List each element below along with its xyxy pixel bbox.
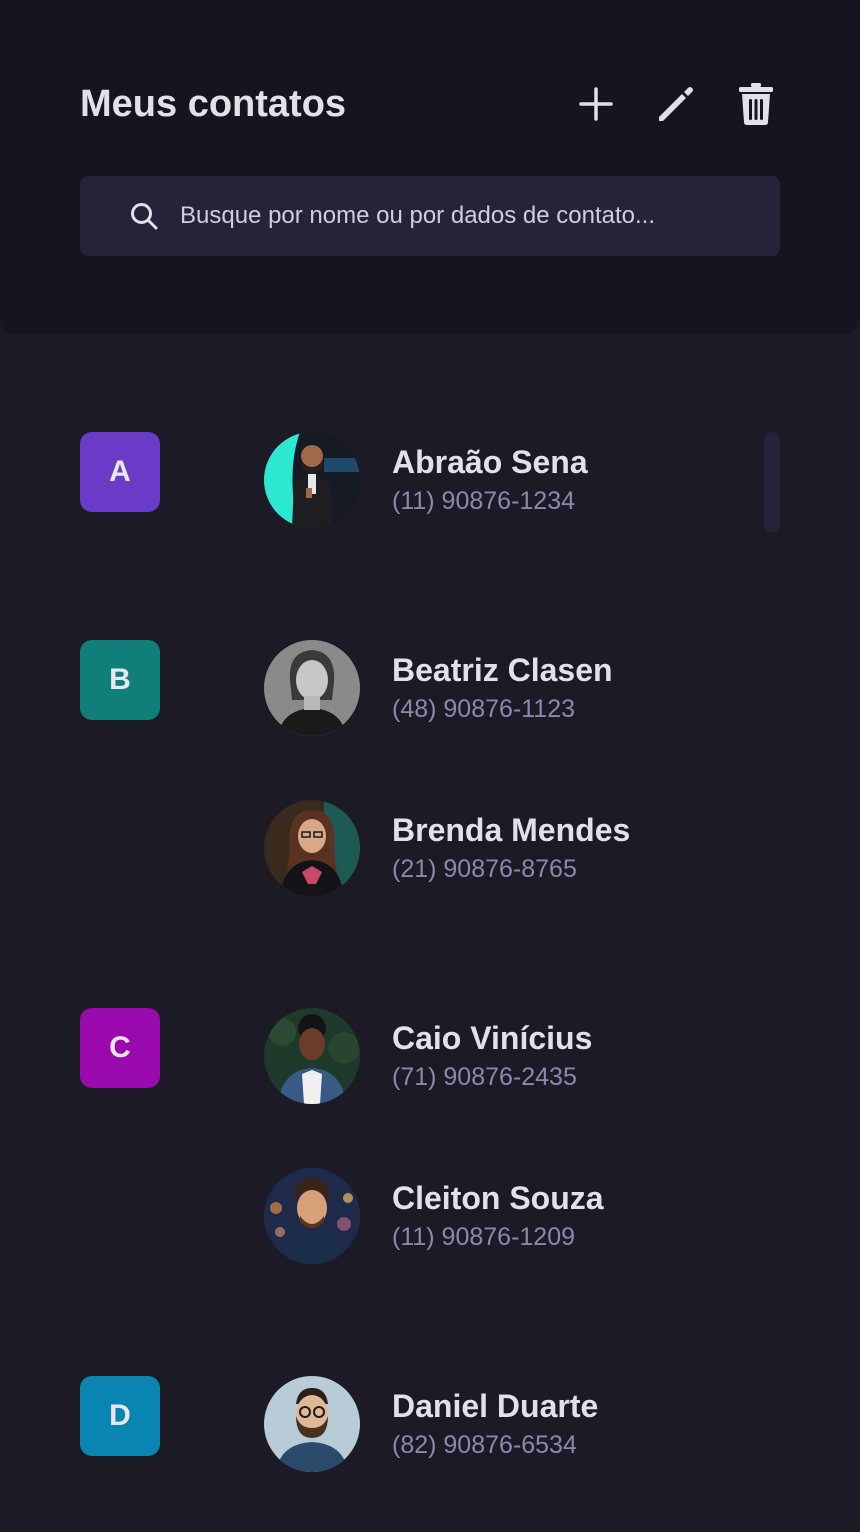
contact-item[interactable]: Brenda Mendes (21) 90876-8765 <box>264 800 744 896</box>
contact-name: Daniel Duarte <box>392 1388 599 1424</box>
contact-item[interactable]: Cleiton Souza (11) 90876-1209 <box>264 1168 744 1264</box>
header: Meus contatos <box>0 0 860 334</box>
letter-badge-b: B <box>80 640 160 720</box>
avatar <box>264 1008 360 1104</box>
contact-phone: (82) 90876-6534 <box>392 1431 577 1459</box>
contact-phone: (71) 90876-2435 <box>392 1063 577 1091</box>
pencil-icon <box>659 87 693 121</box>
letter-badge-d: D <box>80 1376 160 1456</box>
contact-phone: (48) 90876-1123 <box>392 695 576 723</box>
contact-name: Brenda Mendes <box>392 812 631 848</box>
avatar <box>264 1376 360 1472</box>
plus-icon <box>579 87 613 121</box>
contact-name: Beatriz Clasen <box>392 652 613 688</box>
add-contact-button[interactable] <box>572 80 620 128</box>
search-box[interactable] <box>80 176 780 256</box>
search-input[interactable] <box>180 176 760 256</box>
contact-name: Abraão Sena <box>392 444 588 480</box>
avatar <box>264 1168 360 1264</box>
scrollbar[interactable] <box>764 432 780 532</box>
letter-badge-a: A <box>80 432 160 512</box>
page-title: Meus contatos <box>80 83 347 125</box>
contact-item[interactable]: Daniel Duarte (82) 90876-6534 <box>264 1376 744 1472</box>
edit-contact-button[interactable] <box>652 80 700 128</box>
avatar <box>264 640 360 736</box>
contact-item[interactable]: Beatriz Clasen (48) 90876-1123 <box>264 640 744 736</box>
contact-phone: (11) 90876-1234 <box>392 487 576 515</box>
avatar <box>264 800 360 896</box>
avatar <box>264 432 360 528</box>
contact-name: Cleiton Souza <box>392 1180 604 1216</box>
contact-phone: (21) 90876-8765 <box>392 855 577 883</box>
contact-item[interactable]: Caio Vinícius (71) 90876-2435 <box>264 1008 744 1104</box>
letter-badge-c: C <box>80 1008 160 1088</box>
search-icon <box>131 203 158 230</box>
contact-name: Caio Vinícius <box>392 1020 593 1056</box>
trash-icon <box>739 83 773 125</box>
contact-item[interactable]: Abraão Sena (11) 90876-1234 <box>264 432 744 528</box>
contact-phone: (11) 90876-1209 <box>392 1223 576 1251</box>
delete-contact-button[interactable] <box>732 80 780 128</box>
